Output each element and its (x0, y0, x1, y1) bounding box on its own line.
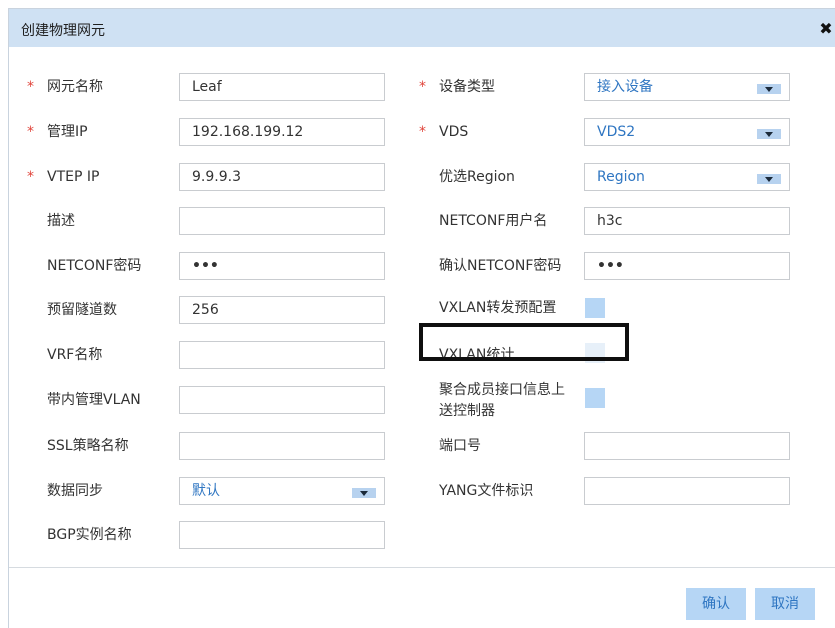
vrf-name-input[interactable] (179, 341, 385, 369)
required-mark: * (419, 124, 426, 140)
yang-file-id-label: YANG文件标识 (439, 483, 534, 499)
confirm-button[interactable]: 确认 (686, 588, 746, 620)
confirm-netconf-password-input[interactable]: ••• (584, 252, 790, 280)
description-label: 描述 (47, 213, 75, 229)
netconf-password-label: NETCONF密码 (47, 258, 142, 274)
dialog-title: 创建物理网元 (21, 23, 105, 39)
create-physical-ne-dialog: 创建物理网元 ✖ * 网元名称 * 管理IP * VTEP IP 描述 N (8, 8, 835, 628)
netconf-username-input[interactable] (584, 207, 790, 235)
chevron-down-icon (757, 174, 781, 184)
vds-label: VDS (439, 124, 469, 140)
required-mark: * (419, 79, 426, 95)
dialog-footer: 确认 取消 (9, 567, 835, 628)
device-type-label: 设备类型 (439, 79, 495, 95)
aggregate-member-report-label-line1: 聚合成员接口信息上 (439, 382, 565, 398)
dialog-titlebar: 创建物理网元 ✖ (9, 9, 835, 47)
port-number-label: 端口号 (439, 438, 481, 454)
vds-value: VDS2 (597, 124, 636, 140)
aggregate-member-report-checkbox[interactable] (585, 388, 605, 408)
mgmt-ip-label: 管理IP (47, 124, 88, 140)
ssl-policy-input[interactable] (179, 432, 385, 460)
device-type-select[interactable]: 接入设备 (584, 73, 790, 101)
close-icon[interactable]: ✖ (816, 19, 835, 39)
cancel-button[interactable]: 取消 (755, 588, 815, 620)
chevron-down-icon (352, 488, 376, 498)
vxlan-forward-preconfig-checkbox[interactable] (585, 298, 605, 318)
data-sync-value: 默认 (192, 483, 220, 499)
description-input[interactable] (179, 207, 385, 235)
netconf-username-label: NETCONF用户名 (439, 213, 548, 229)
required-mark: * (27, 124, 34, 140)
ne-name-input[interactable] (179, 73, 385, 101)
inband-mgmt-vlan-input[interactable] (179, 386, 385, 414)
inband-mgmt-vlan-label: 带内管理VLAN (47, 392, 141, 408)
bgp-instance-input[interactable] (179, 521, 385, 549)
reserved-tunnels-label: 预留隧道数 (47, 302, 117, 318)
vrf-name-label: VRF名称 (47, 347, 103, 363)
mgmt-ip-input[interactable] (179, 118, 385, 146)
preferred-region-select[interactable]: Region (584, 163, 790, 191)
form-area: * 网元名称 * 管理IP * VTEP IP 描述 NETCONF密码 •••… (9, 47, 835, 567)
netconf-password-input[interactable]: ••• (179, 252, 385, 280)
yang-file-id-input[interactable] (584, 477, 790, 505)
vds-select[interactable]: VDS2 (584, 118, 790, 146)
vtep-ip-input[interactable] (179, 163, 385, 191)
aggregate-member-report-label-line2: 送控制器 (439, 403, 495, 419)
chevron-down-icon (757, 129, 781, 139)
device-type-value: 接入设备 (597, 79, 653, 95)
bgp-instance-label: BGP实例名称 (47, 527, 132, 543)
highlight-annotation-box (419, 323, 629, 361)
confirm-netconf-password-label: 确认NETCONF密码 (439, 258, 562, 274)
data-sync-label: 数据同步 (47, 483, 103, 499)
chevron-down-icon (757, 84, 781, 94)
required-mark: * (27, 79, 34, 95)
preferred-region-value: Region (597, 169, 645, 185)
required-mark: * (27, 169, 34, 185)
vxlan-forward-preconfig-label: VXLAN转发预配置 (439, 300, 557, 316)
reserved-tunnels-input[interactable] (179, 296, 385, 324)
vtep-ip-label: VTEP IP (47, 169, 100, 185)
port-number-input[interactable] (584, 432, 790, 460)
preferred-region-label: 优选Region (439, 169, 515, 185)
ssl-policy-label: SSL策略名称 (47, 438, 129, 454)
data-sync-select[interactable]: 默认 (179, 477, 385, 505)
ne-name-label: 网元名称 (47, 79, 103, 95)
